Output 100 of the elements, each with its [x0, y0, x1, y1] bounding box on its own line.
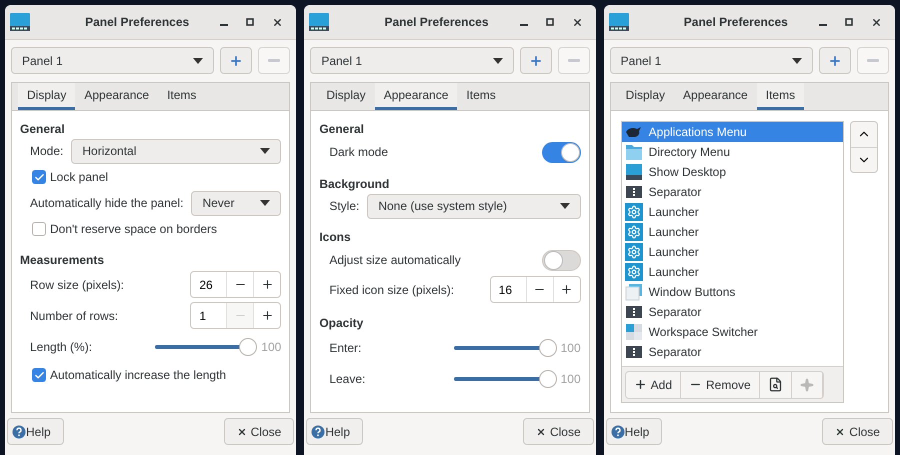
list-item[interactable]: Separator [622, 302, 844, 322]
spin-field[interactable]: 16 [490, 276, 581, 303]
field-label: Enter: [329, 340, 362, 354]
field-label: Don't reserve space on borders [50, 221, 218, 238]
panel-icon [309, 12, 330, 32]
document-icon [768, 377, 783, 392]
caret-icon [260, 200, 270, 206]
plus-icon [260, 278, 274, 291]
maximize-icon[interactable] [546, 18, 554, 26]
dropdown[interactable]: Never [191, 190, 282, 216]
close-icon[interactable] [272, 16, 284, 28]
caret-icon [560, 203, 570, 209]
spin-value: 26 [198, 276, 214, 294]
panel-icon [10, 12, 30, 32]
section-heading: General [20, 121, 66, 138]
list-item[interactable]: Workspace Switcher [622, 322, 844, 342]
slider-handle[interactable] [538, 338, 557, 356]
tab[interactable]: Items [158, 83, 206, 110]
close-button[interactable]: Close [224, 418, 294, 445]
list-item[interactable]: Launcher [622, 262, 844, 282]
minus-icon [866, 59, 879, 62]
list-item[interactable]: Directory Menu [622, 142, 844, 162]
spin-field[interactable]: 1 [190, 302, 282, 329]
toggle-switch[interactable] [542, 250, 581, 270]
section-heading: General [319, 121, 366, 138]
add-panel-button[interactable] [520, 47, 552, 74]
help-button[interactable]: Help [606, 418, 662, 445]
minus-icon [568, 59, 580, 62]
gear-icon [624, 223, 643, 241]
list-item[interactable]: Show Desktop [622, 162, 844, 182]
list-item[interactable]: Separator [622, 182, 844, 202]
tab[interactable]: Appearance [374, 83, 458, 110]
gear-icon [624, 263, 643, 281]
plus-icon [828, 54, 842, 68]
section-heading: Opacity [319, 315, 364, 332]
section-heading: Background [319, 176, 390, 193]
dropdown[interactable]: Horizontal [71, 138, 282, 164]
tab[interactable]: Appearance [75, 83, 158, 110]
close-icon [236, 426, 247, 436]
list-item[interactable]: Launcher [622, 242, 844, 262]
checkbox[interactable] [32, 368, 46, 382]
field-label: Dark mode [329, 144, 388, 161]
folder-icon [624, 143, 643, 161]
window-title: Panel Preferences [682, 14, 789, 31]
caret-icon [492, 58, 503, 64]
add-button[interactable]: Add [626, 372, 682, 398]
slider-value: 100 [560, 370, 581, 388]
close-button[interactable]: Close [522, 418, 594, 445]
window-title: Panel Preferences [383, 14, 490, 31]
plus-icon [528, 54, 543, 68]
spin-value: 16 [498, 282, 514, 298]
list-item[interactable]: Launcher [622, 202, 844, 222]
checkbox[interactable] [32, 222, 46, 236]
slider-handle[interactable] [239, 338, 258, 356]
list-item[interactable]: Window Buttons [622, 282, 844, 302]
plus-icon [260, 309, 274, 322]
close-button[interactable]: Close [822, 418, 893, 445]
sparkle-icon [800, 378, 814, 392]
plus-icon [560, 283, 574, 296]
gear-icon [624, 203, 643, 221]
slider-handle[interactable] [538, 370, 557, 388]
dropdown[interactable]: Panel 1 [11, 47, 214, 74]
help-button[interactable]: Help [7, 418, 64, 445]
dropdown[interactable]: Panel 1 [610, 47, 813, 74]
tab[interactable]: Items [457, 83, 505, 110]
maximize-icon[interactable] [246, 18, 254, 26]
gear-icon [624, 243, 643, 261]
close-icon [835, 426, 846, 436]
workspace-icon [624, 323, 643, 341]
close-icon[interactable] [870, 16, 882, 28]
close-icon[interactable] [572, 16, 583, 28]
help-button[interactable]: Help [306, 418, 364, 445]
dropdown[interactable]: Panel 1 [310, 47, 514, 74]
help-icon [12, 424, 26, 438]
tab[interactable]: Display [18, 83, 76, 110]
checkbox[interactable] [32, 170, 46, 184]
caret-icon [792, 58, 802, 64]
add-panel-button[interactable] [220, 47, 252, 74]
spin-field[interactable]: 26 [190, 271, 282, 298]
tab[interactable]: Display [616, 83, 674, 110]
separator-icon [624, 303, 643, 321]
maximize-icon[interactable] [844, 18, 853, 26]
help-icon [610, 424, 625, 438]
field-label: Automatically increase the length [50, 367, 226, 384]
list-item[interactable]: Separator [622, 342, 844, 362]
remove-button[interactable]: Remove [681, 372, 760, 398]
tab[interactable]: Appearance [674, 83, 757, 110]
field-label: Automatically hide the panel: [30, 195, 184, 212]
toggle-switch[interactable] [542, 142, 581, 162]
window-title: Panel Preferences [84, 14, 190, 31]
dropdown[interactable]: None (use system style) [367, 194, 581, 218]
add-panel-button[interactable] [818, 47, 851, 74]
list-item[interactable]: Applications Menu [622, 122, 844, 142]
separator-icon [624, 343, 643, 361]
tab[interactable]: Items [756, 83, 804, 110]
desktop-icon [624, 163, 643, 181]
tab[interactable]: Display [317, 83, 375, 110]
field-label: Row size (pixels): [30, 276, 124, 294]
field-label: Leave: [329, 372, 366, 386]
list-item[interactable]: Launcher [622, 222, 844, 242]
